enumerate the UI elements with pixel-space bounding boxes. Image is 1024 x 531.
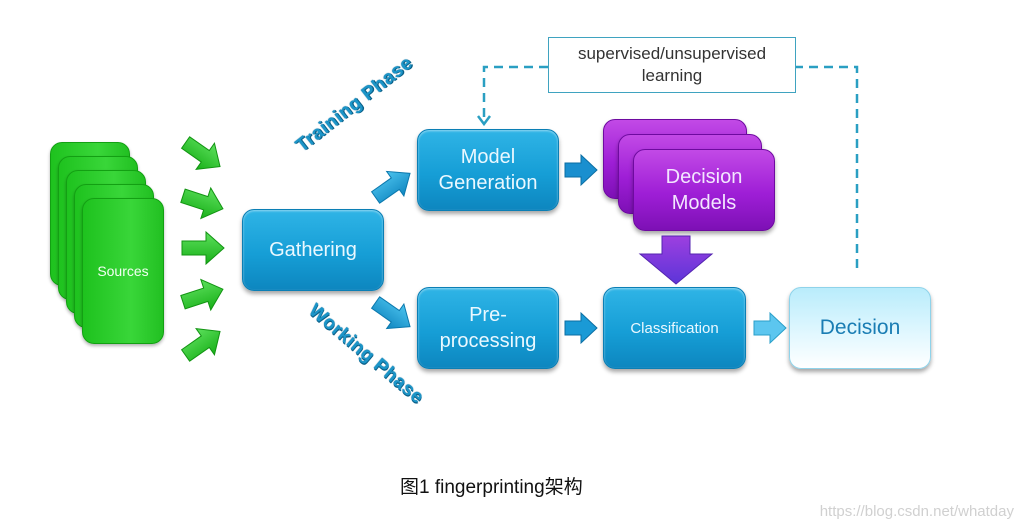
feedback-loop-line xyxy=(477,65,859,268)
learning-label-line2: learning xyxy=(641,66,703,85)
watermark: https://blog.csdn.net/whatday xyxy=(819,503,1014,520)
learning-label-line1: supervised/unsupervised xyxy=(577,44,767,63)
figure-caption: 图1 fingerprinting架构 xyxy=(400,477,583,498)
feedback-arrowhead-icon xyxy=(477,115,491,127)
learning-label-box: supervised/unsupervised learning xyxy=(548,37,796,93)
